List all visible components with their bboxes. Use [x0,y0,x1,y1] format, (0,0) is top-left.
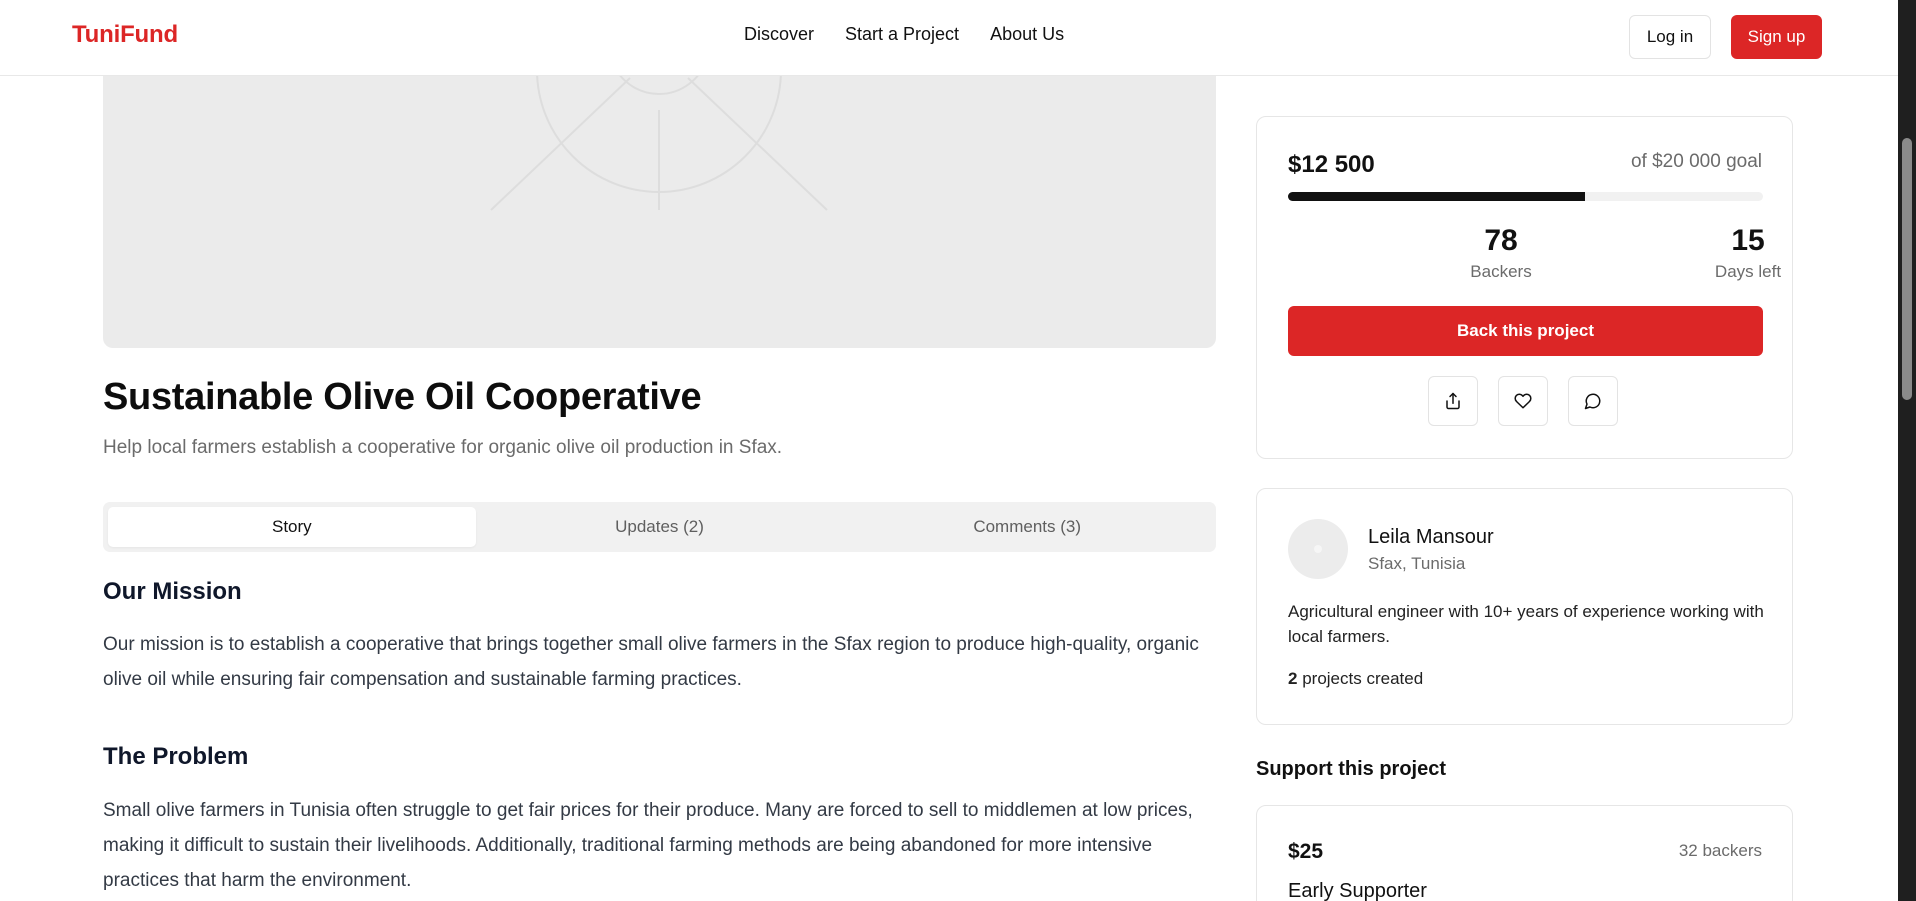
backers-stat: 78 Backers [1401,224,1601,282]
heart-icon [1514,393,1532,409]
backers-label: Backers [1470,262,1532,281]
avatar [1288,519,1348,579]
creator-bio: Agricultural engineer with 10+ years of … [1288,602,1764,646]
funding-progress-fill [1288,192,1585,201]
reward-card[interactable]: $25 32 backers Early Supporter [1256,805,1793,901]
days-left-count: 15 [1731,224,1765,257]
project-subtitle: Help local farmers establish a cooperati… [103,437,783,458]
mission-text: Our mission is to establish a cooperativ… [103,634,1199,690]
funding-card: $12 500 of $20 000 goal 78 Backers 15 Da… [1256,116,1793,459]
project-hero-image [103,40,1216,348]
favorite-button[interactable] [1498,376,1548,426]
mission-heading: Our Mission [103,578,242,605]
projects-label: projects created [1302,669,1424,688]
funding-goal: of $20 000 goal [1630,151,1762,172]
creator-name[interactable]: Leila Mansour [1368,526,1494,549]
share-icon [1446,392,1460,410]
project-tabs: Story Updates (2) Comments (3) [103,502,1216,552]
creator-projects: 2 projects created [1288,669,1423,689]
problem-text: Small olive farmers in Tunisia often str… [103,800,1193,891]
login-button[interactable]: Log in [1629,15,1711,59]
main-nav: Discover Start a Project About Us [744,24,1064,45]
page-scrollbar[interactable] [1898,0,1916,901]
comment-icon [1584,393,1601,410]
projects-count: 2 [1288,669,1298,688]
reward-name: Early Supporter [1288,880,1427,901]
project-title: Sustainable Olive Oil Cooperative [103,376,702,418]
creator-location: Sfax, Tunisia [1368,554,1466,573]
back-project-button[interactable]: Back this project [1288,306,1763,356]
share-button[interactable] [1428,376,1478,426]
scrollbar-thumb[interactable] [1902,138,1912,400]
problem-heading: The Problem [103,743,249,770]
reward-backers: 32 backers [1678,841,1762,860]
top-navbar: TuniFund Discover Start a Project About … [0,0,1898,76]
support-heading: Support this project [1256,758,1446,780]
nav-discover[interactable]: Discover [744,24,814,45]
days-left-label: Days left [1714,262,1782,281]
tab-story[interactable]: Story [108,507,476,547]
nav-about-us[interactable]: About Us [990,24,1064,45]
days-left-stat: 15 Days left [1648,224,1848,282]
funding-progress-bar [1288,192,1763,201]
amount-raised: $12 500 [1288,151,1375,178]
image-placeholder-icon [490,40,828,211]
reward-amount: $25 [1288,840,1324,863]
creator-card: Leila Mansour Sfax, Tunisia Agricultural… [1256,488,1793,725]
backers-count: 78 [1484,224,1518,257]
tab-updates[interactable]: Updates (2) [476,507,844,547]
tab-comments[interactable]: Comments (3) [843,507,1211,547]
comment-button[interactable] [1568,376,1618,426]
nav-start-project[interactable]: Start a Project [845,24,959,45]
signup-button[interactable]: Sign up [1731,15,1822,59]
logo[interactable]: TuniFund [72,21,178,49]
